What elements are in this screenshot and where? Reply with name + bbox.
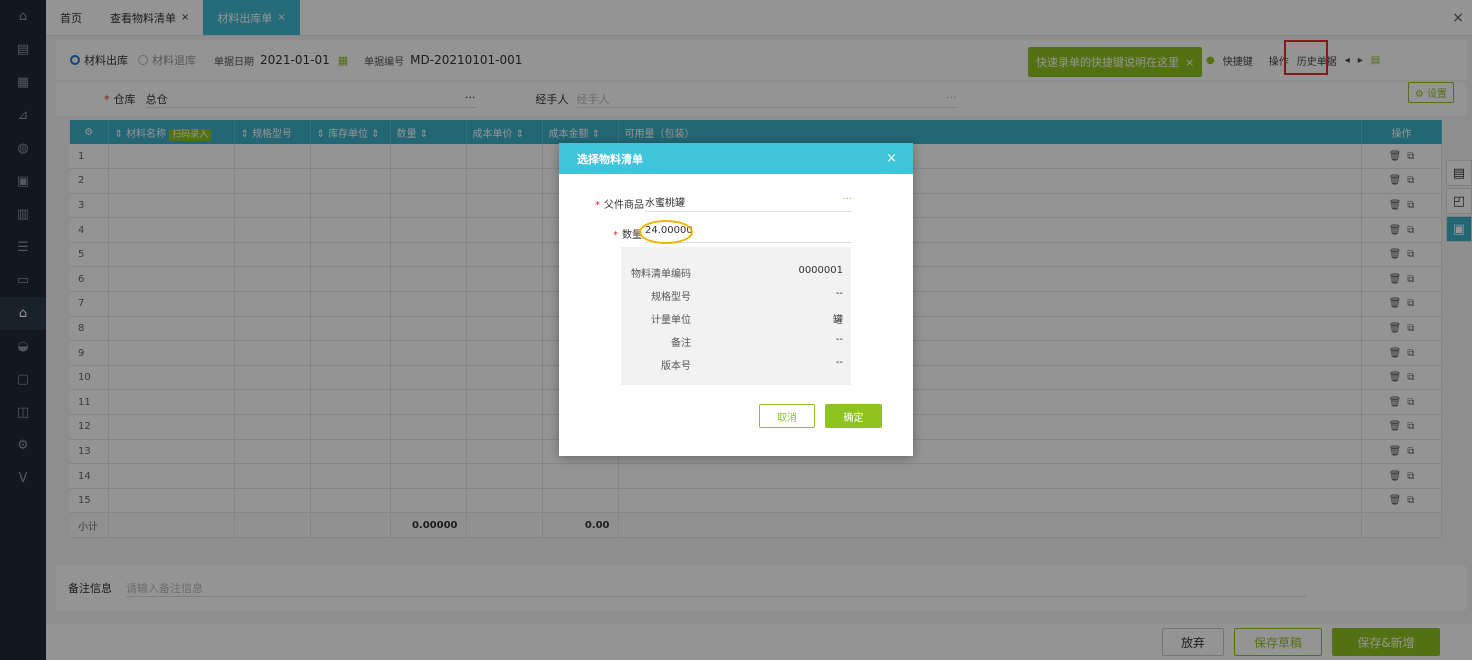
confirm-button[interactable]: 确定 (825, 404, 882, 428)
info-value: -- (835, 288, 843, 299)
highlight-ring (639, 220, 693, 244)
info-key: 计量单位 (651, 315, 691, 326)
info-key: 物料清单编码 (631, 269, 691, 280)
cancel-button[interactable]: 取消 (759, 404, 815, 428)
info-key: 备注 (671, 338, 691, 349)
info-key: 版本号 (661, 361, 691, 372)
info-value: -- (835, 334, 843, 345)
info-value: 罐 (833, 315, 843, 326)
bom-info-box: 物料清单编码 0000001 规格型号 -- 计量单位 罐 备注 -- 版本号 -- (621, 247, 851, 385)
dialog-header: 选择物料清单 × (559, 143, 913, 174)
select-bom-dialog: 选择物料清单 × * 父件商品 水蜜桃罐 ··· * 数量 24.00000 物料清… (559, 143, 913, 456)
qty-row: * 数量 (613, 226, 642, 241)
parent-field[interactable]: 水蜜桃罐 ··· (645, 194, 852, 212)
more-icon[interactable]: ··· (842, 194, 852, 211)
info-value: -- (835, 357, 843, 368)
close-icon[interactable]: × (886, 151, 897, 166)
required-mark: * (613, 230, 618, 241)
parent-value: 水蜜桃罐 (645, 198, 685, 209)
info-value: 0000001 (798, 265, 843, 276)
parent-row: * 父件商品 (595, 196, 644, 211)
info-key: 规格型号 (651, 292, 691, 303)
required-mark: * (595, 200, 600, 211)
parent-label: 父件商品 (604, 200, 644, 211)
dialog-title: 选择物料清单 (577, 152, 643, 166)
